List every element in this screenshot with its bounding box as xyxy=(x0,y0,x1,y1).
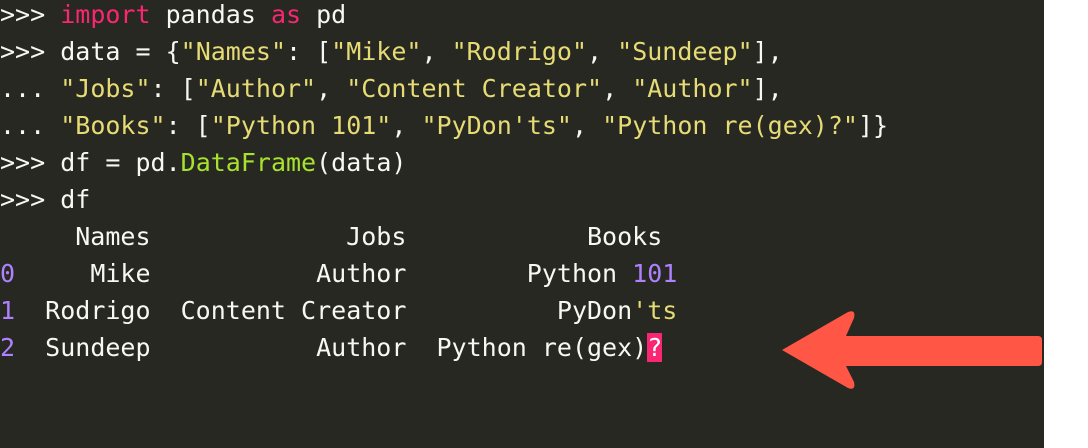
keyword-import: import xyxy=(60,0,151,29)
code-text: df = pd. xyxy=(60,148,181,177)
row-cells: Mike Author Python xyxy=(15,259,633,288)
row-cells: Sundeep Author Python re(gex) xyxy=(15,333,648,362)
row-cells: Rodrigo Content Creator PyDon xyxy=(15,296,633,325)
code-text: , xyxy=(391,111,422,140)
table-row: 1 Rodrigo Content Creator PyDon'ts xyxy=(0,292,677,329)
string-literal: "Sundeep" xyxy=(617,37,753,66)
string-literal: "Books" xyxy=(60,111,166,140)
column-headers: Names Jobs Books xyxy=(0,222,663,251)
string-literal: "PyDon'ts" xyxy=(421,111,572,140)
code-text: ], xyxy=(752,37,783,66)
highlighted-question-mark: ? xyxy=(647,333,663,362)
red-arrow-icon xyxy=(782,311,1042,389)
string-literal: "Python 101" xyxy=(210,111,392,140)
string-literal: "Rodrigo" xyxy=(451,37,588,66)
string-literal: "Content Creator" xyxy=(346,74,603,103)
dataframe-header: Names Jobs Books xyxy=(0,218,662,255)
code-text: , xyxy=(602,74,633,103)
string-literal: "Python re(gex)?" xyxy=(602,111,858,140)
string-token: 'ts xyxy=(632,296,678,325)
prompt: >>> xyxy=(0,37,61,66)
code-text: , xyxy=(421,37,452,66)
page-margin xyxy=(1044,0,1088,448)
code-text: (data) xyxy=(316,148,407,177)
prompt: >>> xyxy=(0,148,61,177)
string-literal: "Jobs" xyxy=(60,74,151,103)
table-row: 0 Mike Author Python 101 xyxy=(0,255,677,292)
code-text: , xyxy=(316,74,347,103)
string-literal: "Author" xyxy=(632,74,753,103)
code-text: : [ xyxy=(150,74,196,103)
table-row: 2 Sundeep Author Python re(gex)? xyxy=(0,329,663,366)
prompt: >>> xyxy=(0,185,61,214)
code-text: data = { xyxy=(60,37,181,66)
function-call: DataFrame xyxy=(180,148,317,177)
code-text: : [ xyxy=(286,37,332,66)
code-line-4: ... "Books": ["Python 101", "PyDon'ts", … xyxy=(0,107,888,144)
code-line-1: >>> import pandas as pd xyxy=(0,0,346,33)
prompt: ... xyxy=(0,111,61,140)
string-literal: "Mike" xyxy=(331,37,422,66)
prompt: >>> xyxy=(0,0,61,29)
code-text: : [ xyxy=(165,111,211,140)
code-text: , xyxy=(587,37,618,66)
code-line-2: >>> data = {"Names": ["Mike", "Rodrigo",… xyxy=(0,33,783,70)
code-line-6: >>> df xyxy=(0,181,90,218)
prompt: ... xyxy=(0,74,61,103)
code-text: ], xyxy=(752,74,783,103)
code-text: ]} xyxy=(857,111,889,140)
code-text: , xyxy=(571,111,603,140)
keyword-as: as xyxy=(270,0,302,29)
string-literal: "Names" xyxy=(180,37,286,66)
arrow-shape xyxy=(782,311,1042,389)
terminal-window: >>> import pandas as pd >>> data = {"Nam… xyxy=(0,0,1044,448)
row-index: 2 xyxy=(0,333,16,362)
code-text: df xyxy=(60,185,91,214)
number-token: 101 xyxy=(632,259,678,288)
string-literal: "Author" xyxy=(195,74,317,103)
code-text: pandas xyxy=(150,0,271,29)
row-index: 1 xyxy=(0,296,16,325)
code-line-3: ... "Jobs": ["Author", "Content Creator"… xyxy=(0,70,783,107)
code-text: pd xyxy=(301,0,347,29)
row-index: 0 xyxy=(0,259,16,288)
code-line-5: >>> df = pd.DataFrame(data) xyxy=(0,144,406,181)
